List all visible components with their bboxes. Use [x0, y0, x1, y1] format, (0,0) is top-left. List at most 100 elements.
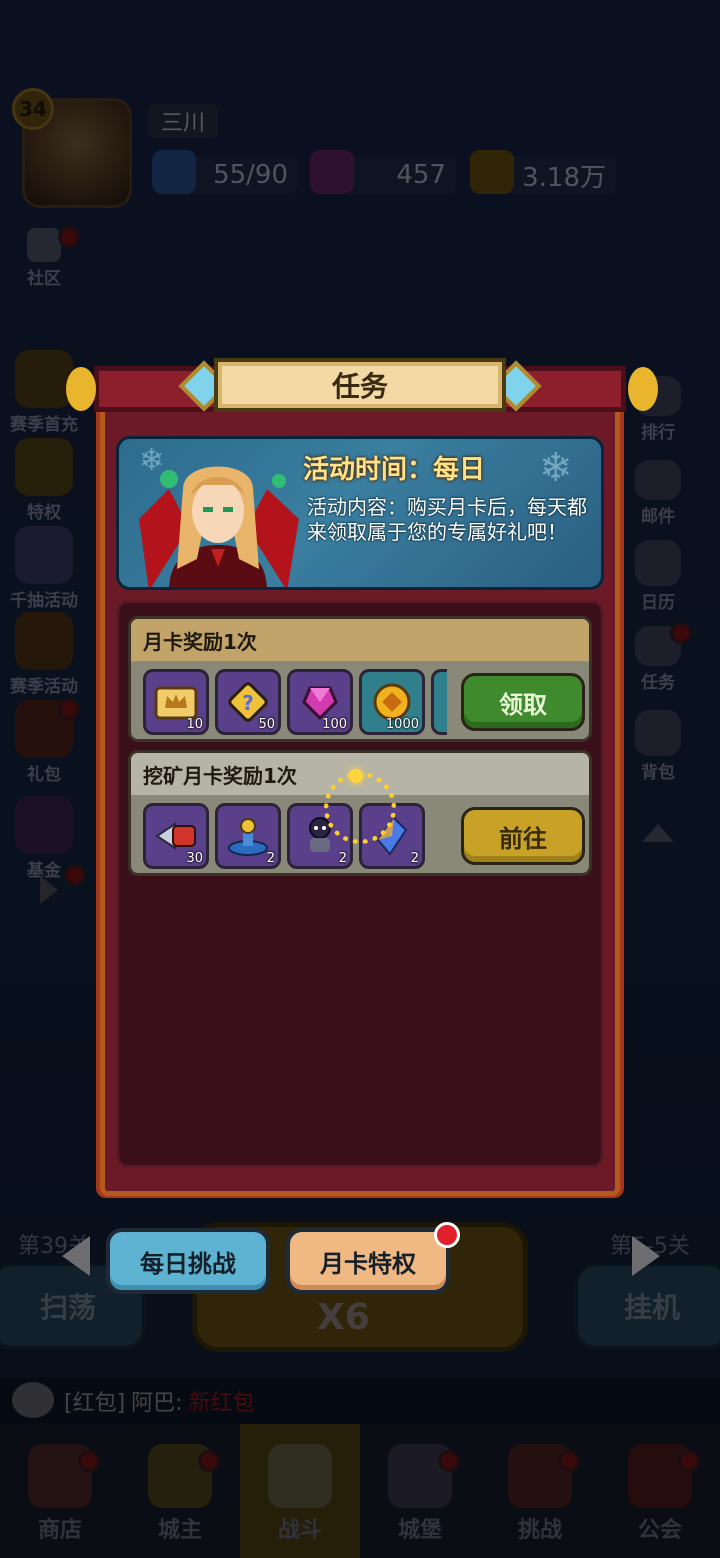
reward-list[interactable]: 30 2 2 2 — [143, 803, 447, 869]
tab-daily-challenge[interactable]: 每日挑战 — [106, 1228, 270, 1294]
reward-list[interactable]: 10 ? 50 100 1000 — [143, 669, 447, 735]
notification-dot — [198, 1450, 220, 1472]
gold-value: 3.18万 — [522, 162, 606, 193]
home-icon — [27, 228, 61, 262]
nav-shop[interactable]: 商店 — [0, 1424, 120, 1558]
menu-calendar[interactable]: 日历 — [618, 540, 698, 613]
chat-tag: [红包] — [64, 1391, 126, 1416]
snowflake-icon: ❄ — [539, 445, 573, 491]
reward-count: 50 — [258, 717, 275, 732]
menu-gift-pack-label: 礼包 — [27, 765, 61, 785]
energy-counter[interactable]: 55/90 — [152, 150, 298, 194]
player-level-badge: 34 — [12, 88, 54, 130]
event-description: 活动内容：购买月卡后，每天都来领取属于您的专属好礼吧！ — [307, 495, 587, 544]
fund-chart-icon — [15, 796, 73, 854]
reward-count: 100 — [322, 717, 347, 732]
loading-spinner — [324, 769, 396, 844]
nav-guild-label: 公会 — [637, 1518, 682, 1543]
crown-icon — [15, 438, 73, 496]
reward-count: 10 — [186, 717, 203, 732]
notification-dot — [678, 1450, 700, 1472]
gold-counter[interactable]: 3.18万 — [470, 150, 616, 194]
menu-backpack-label: 背包 — [641, 763, 675, 783]
chat-user: 阿巴: — [131, 1391, 183, 1416]
player-name: 三川 — [148, 104, 218, 138]
chat-message[interactable]: 新红包 — [189, 1385, 255, 1417]
task-title: 月卡奖励1次 — [131, 619, 589, 661]
expand-arrow-icon[interactable] — [40, 876, 58, 904]
menu-calendar-label: 日历 — [641, 593, 675, 613]
nav-lord-label: 城主 — [157, 1518, 202, 1543]
notification-dot — [438, 1450, 460, 1472]
nav-battle-label: 战斗 — [277, 1518, 322, 1543]
notification-dot — [58, 698, 80, 720]
menu-privilege-label: 特权 — [27, 503, 61, 523]
crossed-swords-icon — [268, 1444, 332, 1508]
idle-label: 挂机 — [623, 1291, 680, 1324]
nav-guild[interactable]: 公会 — [600, 1424, 720, 1558]
gem-counter[interactable]: 457 — [310, 150, 456, 194]
nav-battle[interactable]: 战斗 — [240, 1424, 360, 1558]
energy-multiplier: X6 — [317, 1297, 370, 1338]
menu-mail-label: 邮件 — [641, 507, 675, 527]
notification-dot — [670, 622, 692, 644]
menu-thousand-draw-label: 千抽活动 — [10, 591, 78, 611]
reward-item[interactable]: 2 — [215, 803, 281, 869]
spinner-head — [349, 769, 363, 783]
menu-backpack[interactable]: 背包 — [618, 710, 698, 783]
menu-season-recharge-label: 赛季首充 — [10, 415, 78, 435]
collapse-up-icon[interactable] — [642, 824, 674, 842]
chat-bar[interactable]: [红包] 阿巴: 新红包 — [0, 1378, 720, 1424]
menu-mail[interactable]: 邮件 — [618, 460, 698, 527]
nav-castle[interactable]: 城堡 — [360, 1424, 480, 1558]
menu-season-event[interactable]: 赛季活动 — [4, 612, 84, 697]
claim-button[interactable]: 领取 — [461, 673, 585, 731]
lightning-plus-icon[interactable] — [152, 150, 196, 194]
tab-monthly-privilege[interactable]: 月卡特权 — [286, 1228, 450, 1294]
event-banner: ❄ ❄ 活动时间：每日 活动内容：购买月卡后，每天都来领取属于您的专属好礼吧！ — [116, 436, 604, 590]
calendar-icon — [635, 540, 681, 586]
prev-arrow-icon[interactable] — [62, 1236, 90, 1276]
nav-challenge-label: 挑战 — [517, 1518, 562, 1543]
reward-item-partial[interactable] — [431, 669, 447, 735]
nav-challenge[interactable]: 挑战 — [480, 1424, 600, 1558]
notification-dot — [58, 226, 80, 248]
gem-value: 457 — [396, 160, 446, 190]
season-recharge-icon — [15, 350, 73, 408]
reward-count: 2 — [410, 851, 419, 866]
header-left-knob — [66, 367, 96, 411]
nav-castle-label: 城堡 — [397, 1518, 442, 1543]
menu-thousand-draw[interactable]: 千抽活动 — [4, 526, 84, 611]
next-arrow-icon[interactable] — [632, 1236, 660, 1276]
notification-dot — [78, 1450, 100, 1472]
hero-portrait — [139, 466, 299, 587]
reward-count: 2 — [266, 851, 275, 866]
menu-privilege[interactable]: 特权 — [4, 438, 84, 523]
chat-bubble-icon[interactable] — [12, 1382, 54, 1418]
tab-notification-dot — [434, 1222, 460, 1248]
menu-community-label: 社区 — [27, 269, 61, 289]
task-card-monthly: 月卡奖励1次 10 ? 50 100 1000 领取 — [128, 616, 592, 742]
menu-season-event-label: 赛季活动 — [10, 677, 78, 697]
notification-dot — [558, 1450, 580, 1472]
card-draw-icon — [15, 526, 73, 584]
gold-plus-icon[interactable] — [470, 150, 514, 194]
reward-item[interactable]: ? 50 — [215, 669, 281, 735]
menu-tasks-label: 任务 — [641, 673, 675, 693]
reward-item[interactable]: 30 — [143, 803, 209, 869]
notification-dot — [64, 864, 86, 886]
goto-button[interactable]: 前往 — [461, 807, 585, 865]
energy-value: 55/90 — [213, 160, 288, 190]
gem-plus-icon[interactable] — [310, 150, 354, 194]
bottom-nav: 商店 城主 战斗 城堡 挑战 公会 — [0, 1424, 720, 1558]
backpack-icon — [635, 710, 681, 756]
reward-item[interactable]: 10 — [143, 669, 209, 735]
nav-shop-label: 商店 — [37, 1518, 82, 1543]
nav-lord[interactable]: 城主 — [120, 1424, 240, 1558]
reward-item[interactable]: 100 — [287, 669, 353, 735]
event-time: 活动时间：每日 — [303, 455, 486, 485]
treasure-chest-icon — [15, 612, 73, 670]
reward-count: 2 — [338, 851, 347, 866]
header-right-knob — [628, 367, 658, 411]
reward-item[interactable]: 1000 — [359, 669, 425, 735]
